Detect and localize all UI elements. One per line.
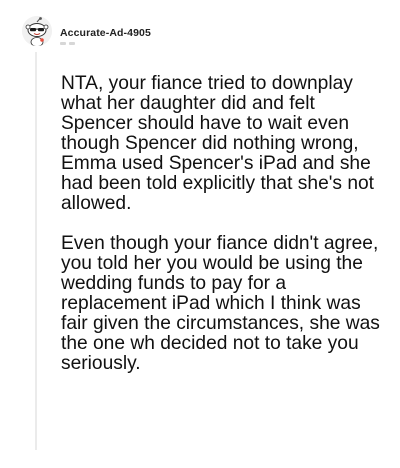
user-flair — [60, 42, 80, 46]
comment-paragraph: NTA, your fiance tried to downplay what … — [61, 73, 374, 214]
comment-paragraph: Even though your fiance didn't agree, yo… — [61, 233, 380, 374]
comment-body: NTA, your fiance tried to downplay what … — [61, 74, 391, 374]
thread-collapse-line[interactable] — [35, 52, 37, 450]
snoo-avatar-icon — [22, 16, 52, 46]
comment-author[interactable]: Accurate-Ad-4905 — [60, 27, 151, 39]
user-avatar[interactable] — [22, 16, 52, 46]
comment: Accurate-Ad-4905 NTA, your fiance tried … — [0, 0, 400, 468]
